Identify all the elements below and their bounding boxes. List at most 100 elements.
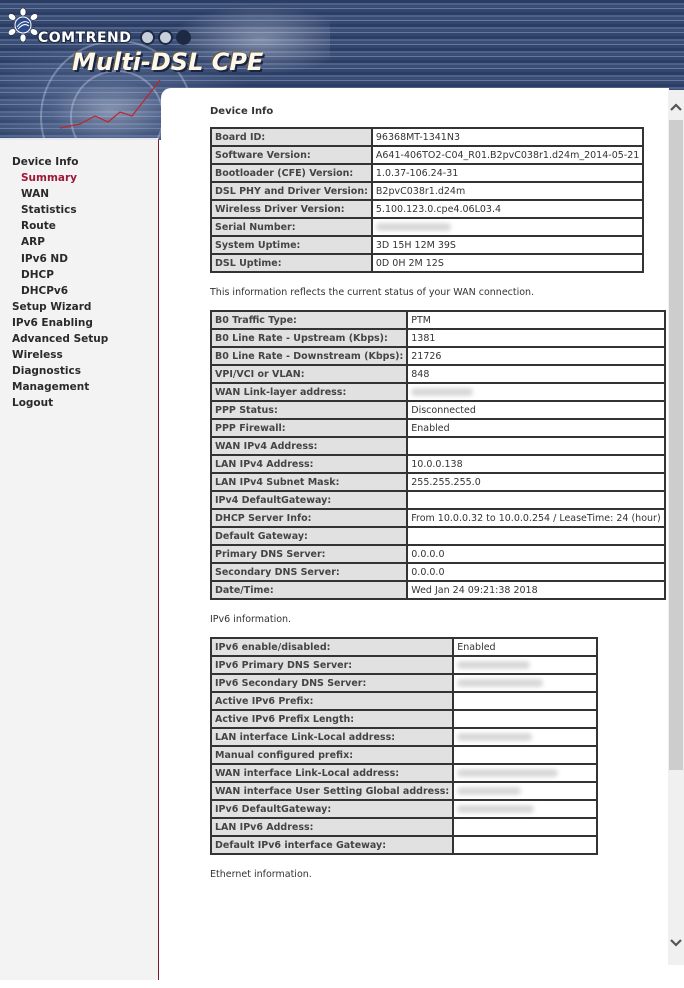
sidebar-item-advanced-setup[interactable]: Advanced Setup — [12, 331, 108, 347]
row-value — [452, 655, 598, 675]
row-value: 3D 15H 12M 39S — [370, 235, 645, 255]
row-label: Wireless Driver Version: — [210, 199, 373, 219]
row-value: B2pvC038r1.d24m — [370, 181, 645, 201]
row-value: 848 — [406, 364, 666, 384]
comtrend-logo-icon — [7, 8, 39, 42]
row-label: B0 Line Rate - Upstream (Kbps): — [209, 328, 409, 348]
sidebar-item-ipv6-enabling[interactable]: IPv6 Enabling — [12, 315, 108, 331]
chevron-down-icon[interactable] — [668, 936, 684, 952]
redacted-value — [375, 223, 451, 231]
row-label: PPP Status: — [209, 400, 409, 420]
redacted-value — [457, 679, 544, 687]
ipv6-info-row: IPv6 enable/disabled: Enabled — [209, 637, 598, 657]
row-label: IPv4 DefaultGateway: — [209, 490, 409, 510]
wan-info-row: IPv4 DefaultGateway: — [209, 490, 666, 510]
sidebar-item-dhcpv6[interactable]: DHCPv6 — [12, 283, 108, 299]
wan-info-row: PPP Firewall: Enabled — [209, 418, 666, 438]
sidebar: Device Info Summary WAN Statistics Route ARP I… — [0, 138, 159, 980]
row-label: Active IPv6 Prefix: — [209, 691, 455, 711]
ipv6-info-row: Default IPv6 interface Gateway: — [209, 835, 598, 855]
row-label: Serial Number: — [210, 217, 373, 237]
row-value: Disconnected — [406, 400, 666, 420]
ipv6-info-row: Active IPv6 Prefix: — [209, 691, 598, 711]
sidebar-item-wan[interactable]: WAN — [12, 186, 108, 202]
ipv6-info-row: IPv6 Primary DNS Server: — [209, 655, 598, 675]
ipv6-info-table: IPv6 enable/disabled: Enabled IPv6 Primary… — [209, 637, 598, 855]
row-value: 5.100.123.0.cpe4.06L03.4 — [370, 199, 645, 219]
device-info-row: Software Version: A641-406TO2-C04_R01.B2p… — [210, 145, 645, 165]
row-value — [452, 745, 598, 765]
row-label: LAN IPv6 Address: — [209, 817, 455, 837]
row-label: Bootloader (CFE) Version: — [210, 163, 373, 183]
row-label: LAN interface Link-Local address: — [209, 727, 455, 747]
row-value: 96368MT-1341N3 — [370, 127, 645, 147]
ipv6-info-row: LAN interface Link-Local address: — [209, 727, 598, 747]
sidebar-item-summary[interactable]: Summary — [12, 170, 108, 186]
redacted-value — [457, 805, 535, 813]
redacted-value — [457, 661, 531, 669]
sidebar-item-statistics[interactable]: Statistics — [12, 202, 108, 218]
sidebar-item-wireless[interactable]: Wireless — [12, 347, 108, 363]
sidebar-item-ipv6-nd[interactable]: IPv6 ND — [12, 251, 108, 267]
brand-name: COMTREND — [38, 30, 132, 46]
row-label: DSL PHY and Driver Version: — [210, 181, 373, 201]
device-info-table: Board ID: 96368MT-1341N3 Software Version:… — [210, 127, 645, 273]
device-info-row: System Uptime: 3D 15H 12M 39S — [210, 235, 645, 255]
sidebar-item-dhcp[interactable]: DHCP — [12, 267, 108, 283]
chevron-up-icon[interactable] — [668, 100, 684, 116]
row-label: System Uptime: — [210, 235, 373, 255]
sidebar-item-arp[interactable]: ARP — [12, 234, 108, 250]
ethernet-note: Ethernet information. — [210, 869, 312, 880]
sidebar-item-setup-wizard[interactable]: Setup Wizard — [12, 299, 108, 315]
row-label: DSL Uptime: — [210, 253, 373, 273]
wan-info-row: PPP Status: Disconnected — [209, 400, 666, 420]
content: Device Info Board ID: 96368MT-1341N3 Softw… — [209, 106, 670, 880]
row-label: WAN IPv4 Address: — [209, 436, 409, 456]
wan-info-row: B0 Line Rate - Downstream (Kbps): 21726 — [209, 346, 666, 366]
sidebar-item-route[interactable]: Route — [12, 218, 108, 234]
wan-info-row: WAN IPv4 Address: — [209, 436, 666, 456]
row-value — [452, 817, 598, 837]
row-value: 10.0.0.138 — [406, 454, 666, 474]
row-label: WAN interface Link-Local address: — [209, 763, 455, 783]
row-label: IPv6 enable/disabled: — [209, 637, 455, 657]
sidebar-item-diagnostics[interactable]: Diagnostics — [12, 363, 108, 379]
row-value — [370, 217, 645, 237]
row-value: Enabled — [406, 418, 666, 438]
device-info-row: DSL PHY and Driver Version: B2pvC038r1.d2… — [210, 181, 645, 201]
row-value — [406, 526, 666, 546]
row-value — [452, 763, 598, 783]
row-value — [452, 727, 598, 747]
row-value — [452, 709, 598, 729]
row-label: IPv6 DefaultGateway: — [209, 799, 455, 819]
row-label: Manual configured prefix: — [209, 745, 455, 765]
ipv6-info-row: WAN interface User Setting Global addres… — [209, 781, 598, 801]
vertical-scrollbar[interactable] — [668, 90, 684, 965]
sidebar-item-management[interactable]: Management — [12, 379, 108, 395]
wan-info-table: B0 Traffic Type: PTM B0 Line Rate - Upstre… — [209, 310, 666, 600]
row-value: 1.0.37-106.24-31 — [370, 163, 645, 183]
row-value — [452, 673, 598, 693]
row-value: 0.0.0.0 — [406, 562, 666, 582]
row-label: Date/Time: — [209, 580, 409, 600]
row-label: Secondary DNS Server: — [209, 562, 409, 582]
row-label: DHCP Server Info: — [209, 508, 409, 528]
signal-graph-icon — [60, 79, 161, 129]
device-info-row: Serial Number: — [210, 217, 645, 237]
page-title: Device Info — [210, 106, 274, 117]
row-value: A641-406TO2-C04_R01.B2pvC038r1.d24m_2014… — [370, 145, 645, 165]
brand-dots — [140, 30, 194, 49]
row-label: B0 Traffic Type: — [209, 310, 409, 330]
device-info-row: Board ID: 96368MT-1341N3 — [210, 127, 645, 147]
sidebar-item-device-info[interactable]: Device Info — [12, 154, 108, 170]
row-value — [452, 691, 598, 711]
sidebar-item-logout[interactable]: Logout — [12, 395, 108, 411]
row-label: VPI/VCI or VLAN: — [209, 364, 409, 384]
wan-info-row: Default Gateway: — [209, 526, 666, 546]
row-value: From 10.0.0.32 to 10.0.0.254 / LeaseTime… — [406, 508, 666, 528]
scrollbar-thumb[interactable] — [669, 120, 683, 770]
wan-info-row: DHCP Server Info: From 10.0.0.32 to 10.0.… — [209, 508, 666, 528]
row-label: WAN interface User Setting Global addres… — [209, 781, 455, 801]
ipv6-info-row: IPv6 Secondary DNS Server: — [209, 673, 598, 693]
redacted-value — [457, 787, 522, 795]
